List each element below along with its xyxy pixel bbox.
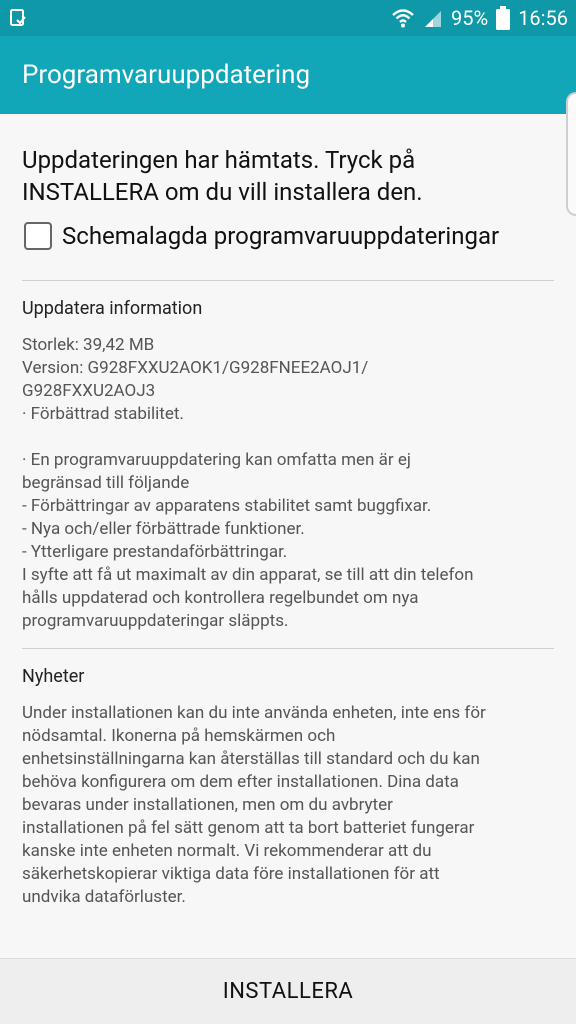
schedule-updates-label[interactable]: Schemalagda programvaruuppdateringar (62, 222, 499, 250)
edge-panel-handle[interactable] (566, 92, 576, 216)
update-info-text: Storlek: 39,42 MB Version: G928FXXU2AOK1… (22, 335, 474, 631)
status-bar-right: 95% 16:56 (391, 5, 568, 31)
bottom-bar: INSTALLERA (0, 958, 576, 1024)
schedule-updates-row[interactable]: Schemalagda programvaruuppdateringar (24, 222, 499, 250)
divider (22, 280, 554, 281)
news-text: Under installationen kan du inte använda… (22, 703, 486, 907)
main-content[interactable]: Uppdateringen har hämtats. Tryck på INST… (0, 114, 576, 958)
notification-icon (8, 8, 28, 28)
page-title: Programvaruuppdatering (22, 60, 311, 90)
update-info-title: Uppdatera information (22, 298, 203, 319)
news-title: Nyheter (22, 666, 85, 687)
wifi-icon (391, 7, 415, 29)
install-button[interactable]: INSTALLERA (223, 979, 353, 1004)
status-bar: 95% 16:56 (0, 0, 576, 36)
app-bar: Programvaruuppdatering (0, 36, 576, 114)
clock-time: 16:56 (518, 6, 568, 30)
schedule-updates-checkbox[interactable] (24, 222, 52, 250)
divider (22, 648, 554, 649)
update-downloaded-message: Uppdateringen har hämtats. Tryck på INST… (22, 146, 423, 206)
signal-icon (423, 7, 443, 29)
battery-percent: 95% (451, 6, 489, 30)
battery-icon (496, 6, 511, 30)
